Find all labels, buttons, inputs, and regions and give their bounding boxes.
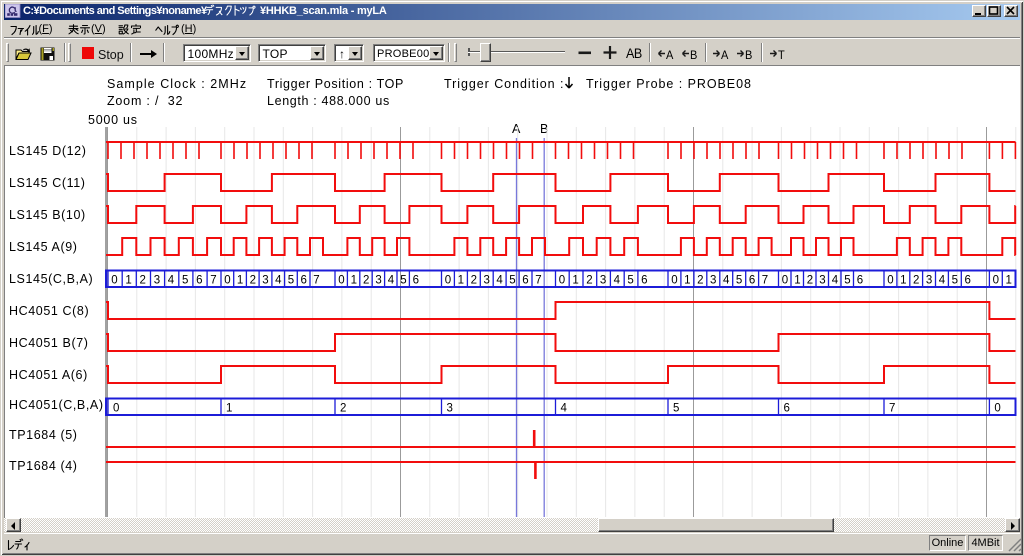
svg-text:T: T	[778, 50, 785, 62]
svg-text:B: B	[745, 50, 753, 62]
svg-text:A: A	[666, 50, 674, 62]
svg-text:A: A	[721, 50, 729, 62]
svg-text:B: B	[690, 50, 698, 62]
